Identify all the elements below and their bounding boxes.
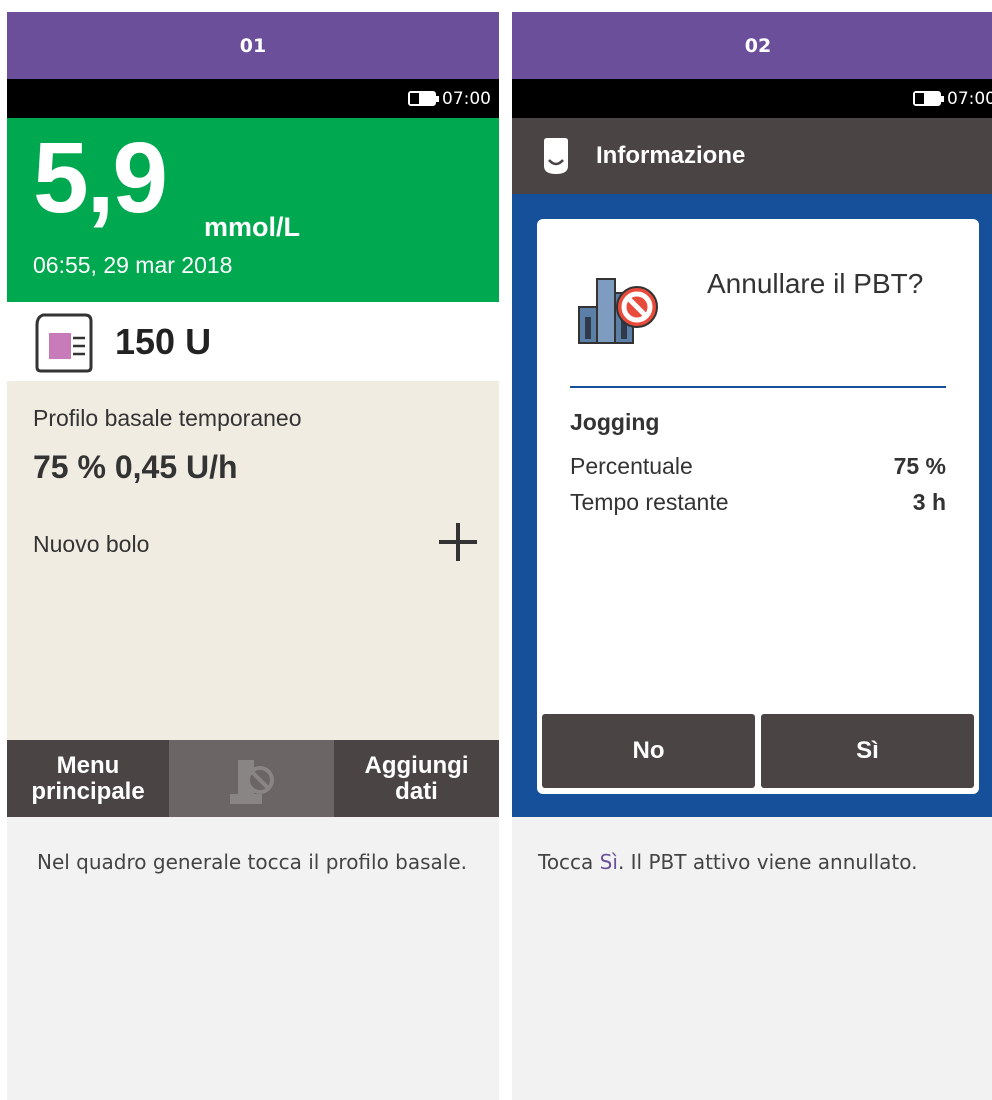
cartridge-icon xyxy=(35,313,93,372)
battery-icon xyxy=(913,91,944,106)
bottom-nav: Menu principale Aggiungi dati xyxy=(7,740,499,817)
status-time: 07:00 xyxy=(947,88,992,109)
glucose-tile[interactable]: 5,9 mmol/L 06:55, 29 mar 2018 xyxy=(7,118,499,302)
tbr-preset-name: Jogging xyxy=(570,409,660,435)
add-data-button[interactable]: Aggiungi dati xyxy=(334,740,499,817)
status-bar: 07:00 xyxy=(7,79,499,118)
main-menu-button[interactable]: Menu principale xyxy=(7,740,169,817)
basal-area: Profilo basale temporaneo 75 % 0,45 U/h … xyxy=(7,381,499,741)
step-number: 01 xyxy=(7,12,499,79)
main-menu-label: Menu principale xyxy=(31,752,145,805)
dialog-divider xyxy=(570,386,946,388)
tbr-cancel-icon xyxy=(229,759,274,804)
step-caption: Nel quadro generale tocca il profilo bas… xyxy=(37,850,468,874)
info-row-percent: Percentuale 75 % xyxy=(570,453,946,480)
dialog-title: Annullare il PBT? xyxy=(707,268,924,299)
pump-icon xyxy=(544,138,568,174)
yes-button[interactable]: Sì xyxy=(761,714,974,788)
no-button[interactable]: No xyxy=(542,714,755,788)
cartridge-amount: 150 U xyxy=(115,320,212,362)
row-label: Percentuale xyxy=(570,453,693,479)
caption-after: . Il PBT attivo viene annullato. xyxy=(617,850,918,874)
info-title: Informazione xyxy=(596,142,746,169)
cartridge-status[interactable]: 150 U xyxy=(7,302,499,381)
glucose-unit: mmol/L xyxy=(204,212,301,242)
glucose-timestamp: 06:55, 29 mar 2018 xyxy=(33,252,233,278)
caption-before: Tocca xyxy=(538,850,600,874)
tbr-cancel-button[interactable] xyxy=(169,740,334,817)
info-title-bar: Informazione xyxy=(512,118,992,194)
row-value: 75 % xyxy=(893,453,946,479)
caption-highlight: Sì xyxy=(599,850,618,874)
cancel-tbr-dialog: Annullare il PBT? Jogging Percentuale 75… xyxy=(537,219,979,794)
status-bar: 07:00 xyxy=(512,79,992,118)
step-number: 02 xyxy=(512,12,992,79)
add-data-label: Aggiungi dati xyxy=(364,752,469,805)
new-bolus-label[interactable]: Nuovo bolo xyxy=(33,531,149,558)
glucose-value: 5,9 xyxy=(33,122,168,234)
plus-icon[interactable] xyxy=(437,521,479,563)
info-row-remaining: Tempo restante 3 h xyxy=(570,489,946,516)
row-label: Tempo restante xyxy=(570,489,729,515)
device-screen: 07:00 Informazione Annullare il PBT? Jog… xyxy=(512,79,992,817)
step-panel-2: 02 07:00 Informazione Annullare il PBT? … xyxy=(512,12,992,1100)
tbr-value[interactable]: 75 % 0,45 U/h xyxy=(33,449,238,486)
status-time: 07:00 xyxy=(442,88,491,109)
cancel-tbr-chart-icon xyxy=(578,278,658,344)
row-value: 3 h xyxy=(912,489,946,515)
step-panel-1: 01 07:00 5,9 mmol/L 06:55, 29 mar 2018 1… xyxy=(7,12,499,1100)
tbr-label[interactable]: Profilo basale temporaneo xyxy=(33,405,302,432)
device-screen: 07:00 5,9 mmol/L 06:55, 29 mar 2018 150 … xyxy=(7,79,499,817)
step-caption: Tocca Sì. Il PBT attivo viene annullato. xyxy=(512,817,992,879)
dialog-backdrop: Annullare il PBT? Jogging Percentuale 75… xyxy=(512,194,992,817)
battery-icon xyxy=(408,91,439,106)
